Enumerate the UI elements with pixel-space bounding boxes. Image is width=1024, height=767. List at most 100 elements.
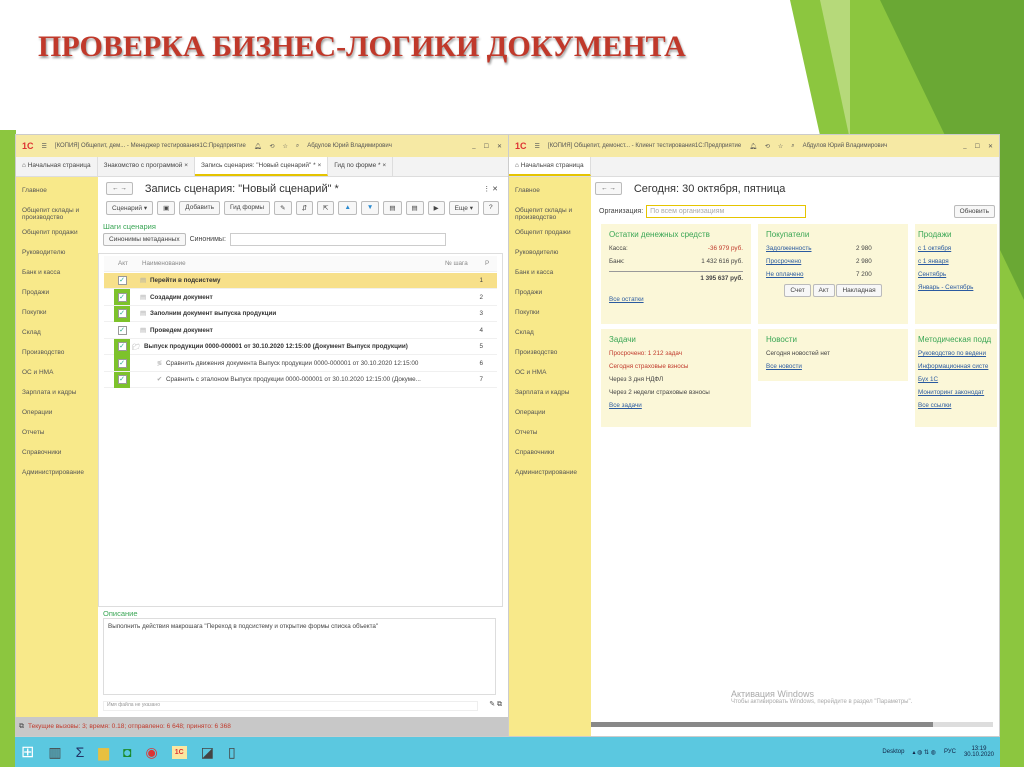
app-green-icon[interactable]: ◘ xyxy=(123,744,131,760)
powershell-icon[interactable]: Σ xyxy=(76,744,85,760)
expand-icon[interactable]: ▤ xyxy=(383,201,402,215)
guide-button[interactable]: Гид формы xyxy=(224,201,271,215)
sidebar-item[interactable]: Склад xyxy=(509,325,591,345)
horizontal-scrollbar[interactable] xyxy=(591,722,993,727)
tab-scenario[interactable]: Запись сценария: "Новый сценарий" * × xyxy=(195,157,329,176)
sidebar-item[interactable]: Общепит склады и производство xyxy=(509,203,591,225)
sidebar-item[interactable]: Отчеты xyxy=(509,425,591,445)
method-link[interactable]: Мониторинг законодат xyxy=(918,389,994,396)
sidebar-item[interactable]: Общепит склады и производство xyxy=(16,203,98,225)
search-icon[interactable]: ⌕ xyxy=(296,143,299,150)
active-checkbox[interactable]: ✓ xyxy=(114,273,130,289)
act-button[interactable]: Акт xyxy=(812,284,835,297)
desktop-toolbar[interactable]: Desktop xyxy=(882,749,904,755)
bell-icon[interactable]: 🔔︎ xyxy=(254,143,262,150)
sidebar-item[interactable]: Руководителю xyxy=(16,245,98,265)
sidebar-item[interactable]: Покупки xyxy=(509,305,591,325)
server-manager-icon[interactable]: ▥ xyxy=(48,744,61,761)
menu-icon[interactable]: ☰ xyxy=(535,143,540,150)
start-icon[interactable]: ⊞ xyxy=(21,742,34,762)
1c-taskbar-icon[interactable]: 1С xyxy=(171,745,187,759)
method-link[interactable]: Руководство по ведени xyxy=(918,350,994,357)
sidebar-item[interactable]: Операции xyxy=(16,405,98,425)
active-checkbox[interactable]: ✓ xyxy=(114,305,130,322)
search-icon[interactable]: ⌕ xyxy=(791,143,794,150)
sidebar-item[interactable]: Руководителю xyxy=(509,245,591,265)
history-icon[interactable]: ⟲ xyxy=(269,143,274,150)
clock[interactable]: 13:19 30.10.2020 xyxy=(964,746,994,758)
all-news-link[interactable]: Все новости xyxy=(766,363,900,370)
tab-intro[interactable]: Знакомство с программой × xyxy=(98,157,195,176)
sales-link[interactable]: Сентябрь xyxy=(918,271,994,278)
refresh-button[interactable]: Обновить xyxy=(953,205,995,218)
table-row[interactable]: ✓ 📁︎ Выпуск продукции 0000-000001 от 30.… xyxy=(104,338,497,355)
maximize-button[interactable]: ☐ xyxy=(484,143,489,150)
active-checkbox[interactable]: ✓ xyxy=(114,371,130,388)
sidebar-item[interactable]: Администрирование xyxy=(509,465,591,485)
star-icon[interactable]: ☆ xyxy=(778,143,783,150)
sales-link[interactable]: с 1 января xyxy=(918,258,994,265)
more-button[interactable]: Еще ▾ xyxy=(448,201,479,215)
sidebar-item[interactable]: Зарплата и кадры xyxy=(16,385,98,405)
run-icon[interactable]: ▶ xyxy=(427,201,445,215)
star-icon[interactable]: ☆ xyxy=(283,143,288,150)
sidebar-item[interactable]: Банк и касса xyxy=(16,265,98,285)
menu-icon[interactable]: ☰ xyxy=(42,143,47,150)
sidebar-item[interactable]: Общепит продажи xyxy=(509,225,591,245)
bell-icon[interactable]: 🔔︎ xyxy=(749,143,757,150)
sidebar-item[interactable]: Продажи xyxy=(16,285,98,305)
add-button[interactable]: Добавить xyxy=(179,201,220,215)
explorer-icon[interactable]: ▆ xyxy=(98,744,109,761)
sidebar-item[interactable]: Администрирование xyxy=(16,465,98,485)
tab-home[interactable]: ⌂ Начальная страница xyxy=(509,157,591,176)
table-row[interactable]: ✓ ▤ Создадим документ 2 xyxy=(104,289,497,306)
document-icon[interactable]: ▯ xyxy=(228,744,236,761)
outdent-icon[interactable]: ⇱ xyxy=(317,201,335,215)
close-button[interactable]: ✕ xyxy=(497,143,502,150)
table-row[interactable]: ✓ ≶ Сравнить движения документа Выпуск п… xyxy=(104,355,497,372)
sidebar-item[interactable]: Производство xyxy=(509,345,591,365)
all-tasks-link[interactable]: Все задачи xyxy=(609,402,743,409)
org-select[interactable]: По всем организациям xyxy=(646,205,807,218)
sidebar-item[interactable]: ОС и НМА xyxy=(509,365,591,385)
debt-link[interactable]: Задолженность xyxy=(766,245,856,252)
move-up-icon[interactable]: ▲ xyxy=(338,201,357,215)
overdue-link[interactable]: Просрочено xyxy=(766,258,856,265)
add-icon-button[interactable]: ▣ xyxy=(157,201,176,215)
method-link[interactable]: Все ссылки xyxy=(918,402,994,409)
table-row[interactable]: ✓ ▤ Заполним документ выпуска продукции … xyxy=(104,305,497,322)
minimize-button[interactable]: _ xyxy=(963,143,966,149)
file-input[interactable]: Имя файла не указано xyxy=(103,701,478,711)
app-icon[interactable]: ◪ xyxy=(201,744,214,761)
sidebar-item[interactable]: Банк и касса xyxy=(509,265,591,285)
sidebar-item[interactable]: Зарплата и кадры xyxy=(509,385,591,405)
collapse-icon[interactable]: ▤ xyxy=(405,201,424,215)
maximize-button[interactable]: ☐ xyxy=(975,143,980,150)
move-down-icon[interactable]: ▼ xyxy=(360,201,380,215)
user-name[interactable]: Абдулов Юрий Владимирович xyxy=(307,143,392,149)
sidebar-item[interactable]: ОС и НМА xyxy=(16,365,98,385)
waybill-button[interactable]: Накладная xyxy=(836,284,882,297)
active-checkbox[interactable]: ✓ xyxy=(114,338,130,355)
close-button[interactable]: ✕ xyxy=(988,143,993,150)
active-checkbox[interactable]: ✓ xyxy=(114,355,130,371)
synonyms-button[interactable]: Синонимы метаданных xyxy=(103,233,186,246)
back-forward-buttons[interactable]: ← → xyxy=(106,182,133,195)
sidebar-item[interactable]: Общепит продажи xyxy=(16,225,98,245)
sidebar-item[interactable]: Главное xyxy=(509,183,591,203)
sales-link[interactable]: Январь - Сентябрь xyxy=(918,284,994,291)
sidebar-item[interactable]: Операции xyxy=(509,405,591,425)
scenario-menu-button[interactable]: Сценарий ▾ xyxy=(106,201,154,215)
close-form-icon[interactable]: ⋮ ✕ xyxy=(483,185,498,193)
table-row[interactable]: ✓ ▤ Проведем документ 4 xyxy=(104,323,497,339)
sidebar-item[interactable]: Справочники xyxy=(16,445,98,465)
user-name[interactable]: Абдулов Юрий Владимирович xyxy=(803,143,888,149)
description-field[interactable]: Выполнить действия макрошага "Переход в … xyxy=(103,618,496,695)
tab-home[interactable]: ⌂ Начальная страница xyxy=(16,157,98,176)
tray-icons[interactable]: ▴ ◍ ⇅ ◍ xyxy=(912,749,936,756)
attach-icons[interactable]: ✎ ⧉ xyxy=(489,700,502,709)
sidebar-item[interactable]: Главное xyxy=(16,183,98,203)
sidebar-item[interactable]: Отчеты xyxy=(16,425,98,445)
unpaid-link[interactable]: Не оплачено xyxy=(766,271,856,278)
table-row[interactable]: ✓ ✔ Сравнить с эталоном Выпуск продукции… xyxy=(104,371,497,388)
